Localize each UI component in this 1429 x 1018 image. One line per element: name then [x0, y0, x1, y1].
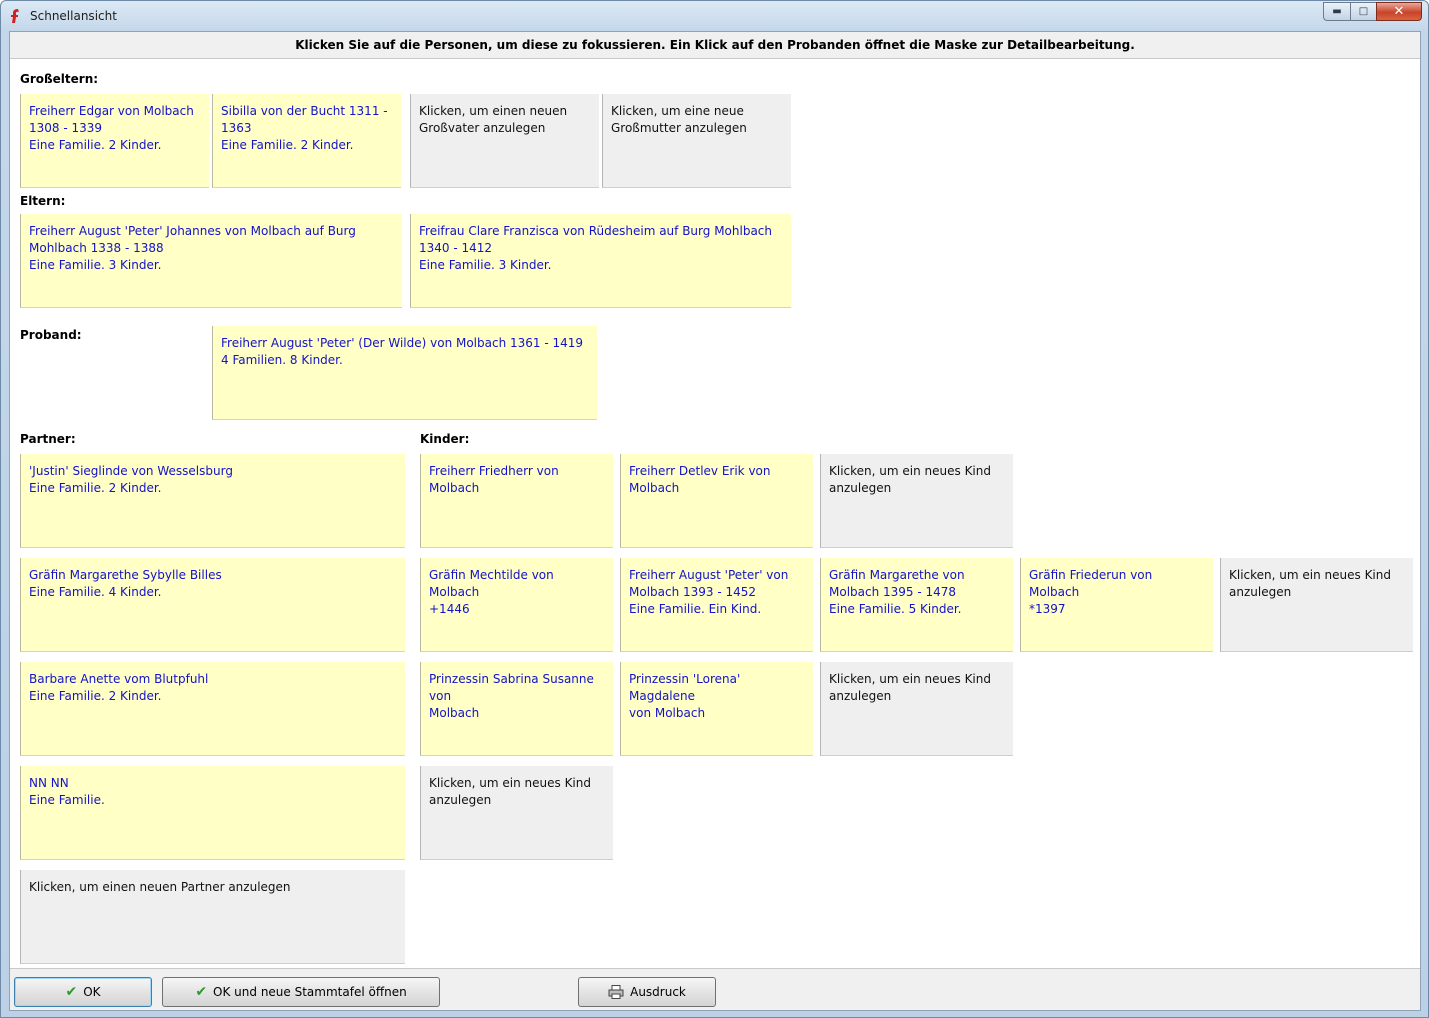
child-card[interactable]: Prinzessin 'Lorena' Magdalene von Molbac…	[620, 662, 813, 756]
child-card[interactable]: Freiherr Friedherr von Molbach	[420, 454, 613, 548]
minimize-icon: ▬	[1332, 6, 1342, 17]
minimize-button[interactable]: ▬	[1323, 2, 1350, 21]
checkmark-icon: ✔	[195, 984, 208, 1000]
add-grandmother-card[interactable]: Klicken, um eine neue Großmutter anzuleg…	[602, 94, 791, 188]
window-title: Schnellansicht	[30, 9, 117, 23]
ok-new-tree-button[interactable]: ✔ OK und neue Stammtafel öffnen	[162, 977, 440, 1007]
partner-card[interactable]: NN NN Eine Familie.	[20, 766, 405, 860]
add-child-card[interactable]: Klicken, um ein neues Kind anzulegen	[820, 662, 1013, 756]
add-grandfather-card[interactable]: Klicken, um einen neuen Großvater anzule…	[410, 94, 599, 188]
app-icon	[11, 9, 19, 23]
maximize-icon: □	[1358, 6, 1369, 17]
button-bar: ✔ OK ✔ OK und neue Stammtafel öffnen Aus…	[10, 968, 1420, 1010]
add-child-card[interactable]: Klicken, um ein neues Kind anzulegen	[1220, 558, 1413, 652]
title-bar[interactable]: Schnellansicht ▬ □ ✕	[1, 1, 1428, 31]
partner-card[interactable]: Barbare Anette vom Blutpfuhl Eine Famili…	[20, 662, 405, 756]
child-card[interactable]: Prinzessin Sabrina Susanne von Molbach	[420, 662, 613, 756]
child-card[interactable]: Freiherr Detlev Erik von Molbach	[620, 454, 813, 548]
child-card[interactable]: Gräfin Margarethe von Molbach 1395 - 147…	[820, 558, 1013, 652]
dialog-window: Schnellansicht ▬ □ ✕ Klicken Sie auf die…	[0, 0, 1429, 1018]
close-button[interactable]: ✕	[1376, 2, 1422, 21]
checkmark-icon: ✔	[65, 984, 78, 1000]
child-card[interactable]: Gräfin Mechtilde von Molbach +1446	[420, 558, 613, 652]
section-label-grandparents: Großeltern:	[20, 72, 99, 86]
grandparent-card[interactable]: Freiherr Edgar von Molbach 1308 - 1339 E…	[20, 94, 209, 188]
mother-card[interactable]: Freifrau Clare Franzisca von Rüdesheim a…	[410, 214, 791, 308]
section-label-children: Kinder:	[420, 432, 470, 446]
info-bar: Klicken Sie auf die Personen, um diese z…	[10, 32, 1420, 59]
family-view: Großeltern: Eltern: Proband: Partner: Ki…	[10, 60, 1420, 968]
ok-button[interactable]: ✔ OK	[14, 977, 152, 1007]
add-partner-card[interactable]: Klicken, um einen neuen Partner anzulege…	[20, 870, 405, 964]
close-icon: ✕	[1393, 4, 1405, 19]
section-label-proband: Proband:	[20, 328, 82, 342]
window-controls: ▬ □ ✕	[1323, 2, 1422, 21]
partner-card[interactable]: Gräfin Margarethe Sybylle Billes Eine Fa…	[20, 558, 405, 652]
partner-card[interactable]: 'Justin' Sieglinde von Wesselsburg Eine …	[20, 454, 405, 548]
add-child-card[interactable]: Klicken, um ein neues Kind anzulegen	[420, 766, 613, 860]
maximize-button[interactable]: □	[1350, 2, 1376, 21]
printer-icon	[608, 985, 624, 999]
father-card[interactable]: Freiherr August 'Peter' Johannes von Mol…	[20, 214, 402, 308]
add-child-card[interactable]: Klicken, um ein neues Kind anzulegen	[820, 454, 1013, 548]
proband-card[interactable]: Freiherr August 'Peter' (Der Wilde) von …	[212, 326, 597, 420]
child-card[interactable]: Freiherr August 'Peter' von Molbach 1393…	[620, 558, 813, 652]
section-label-partner: Partner:	[20, 432, 76, 446]
section-label-parents: Eltern:	[20, 194, 66, 208]
grandparent-card[interactable]: Sibilla von der Bucht 1311 - 1363 Eine F…	[212, 94, 401, 188]
print-button[interactable]: Ausdruck	[578, 977, 716, 1007]
dialog-client-area: Klicken Sie auf die Personen, um diese z…	[9, 31, 1421, 1011]
child-card[interactable]: Gräfin Friederun von Molbach *1397	[1020, 558, 1213, 652]
